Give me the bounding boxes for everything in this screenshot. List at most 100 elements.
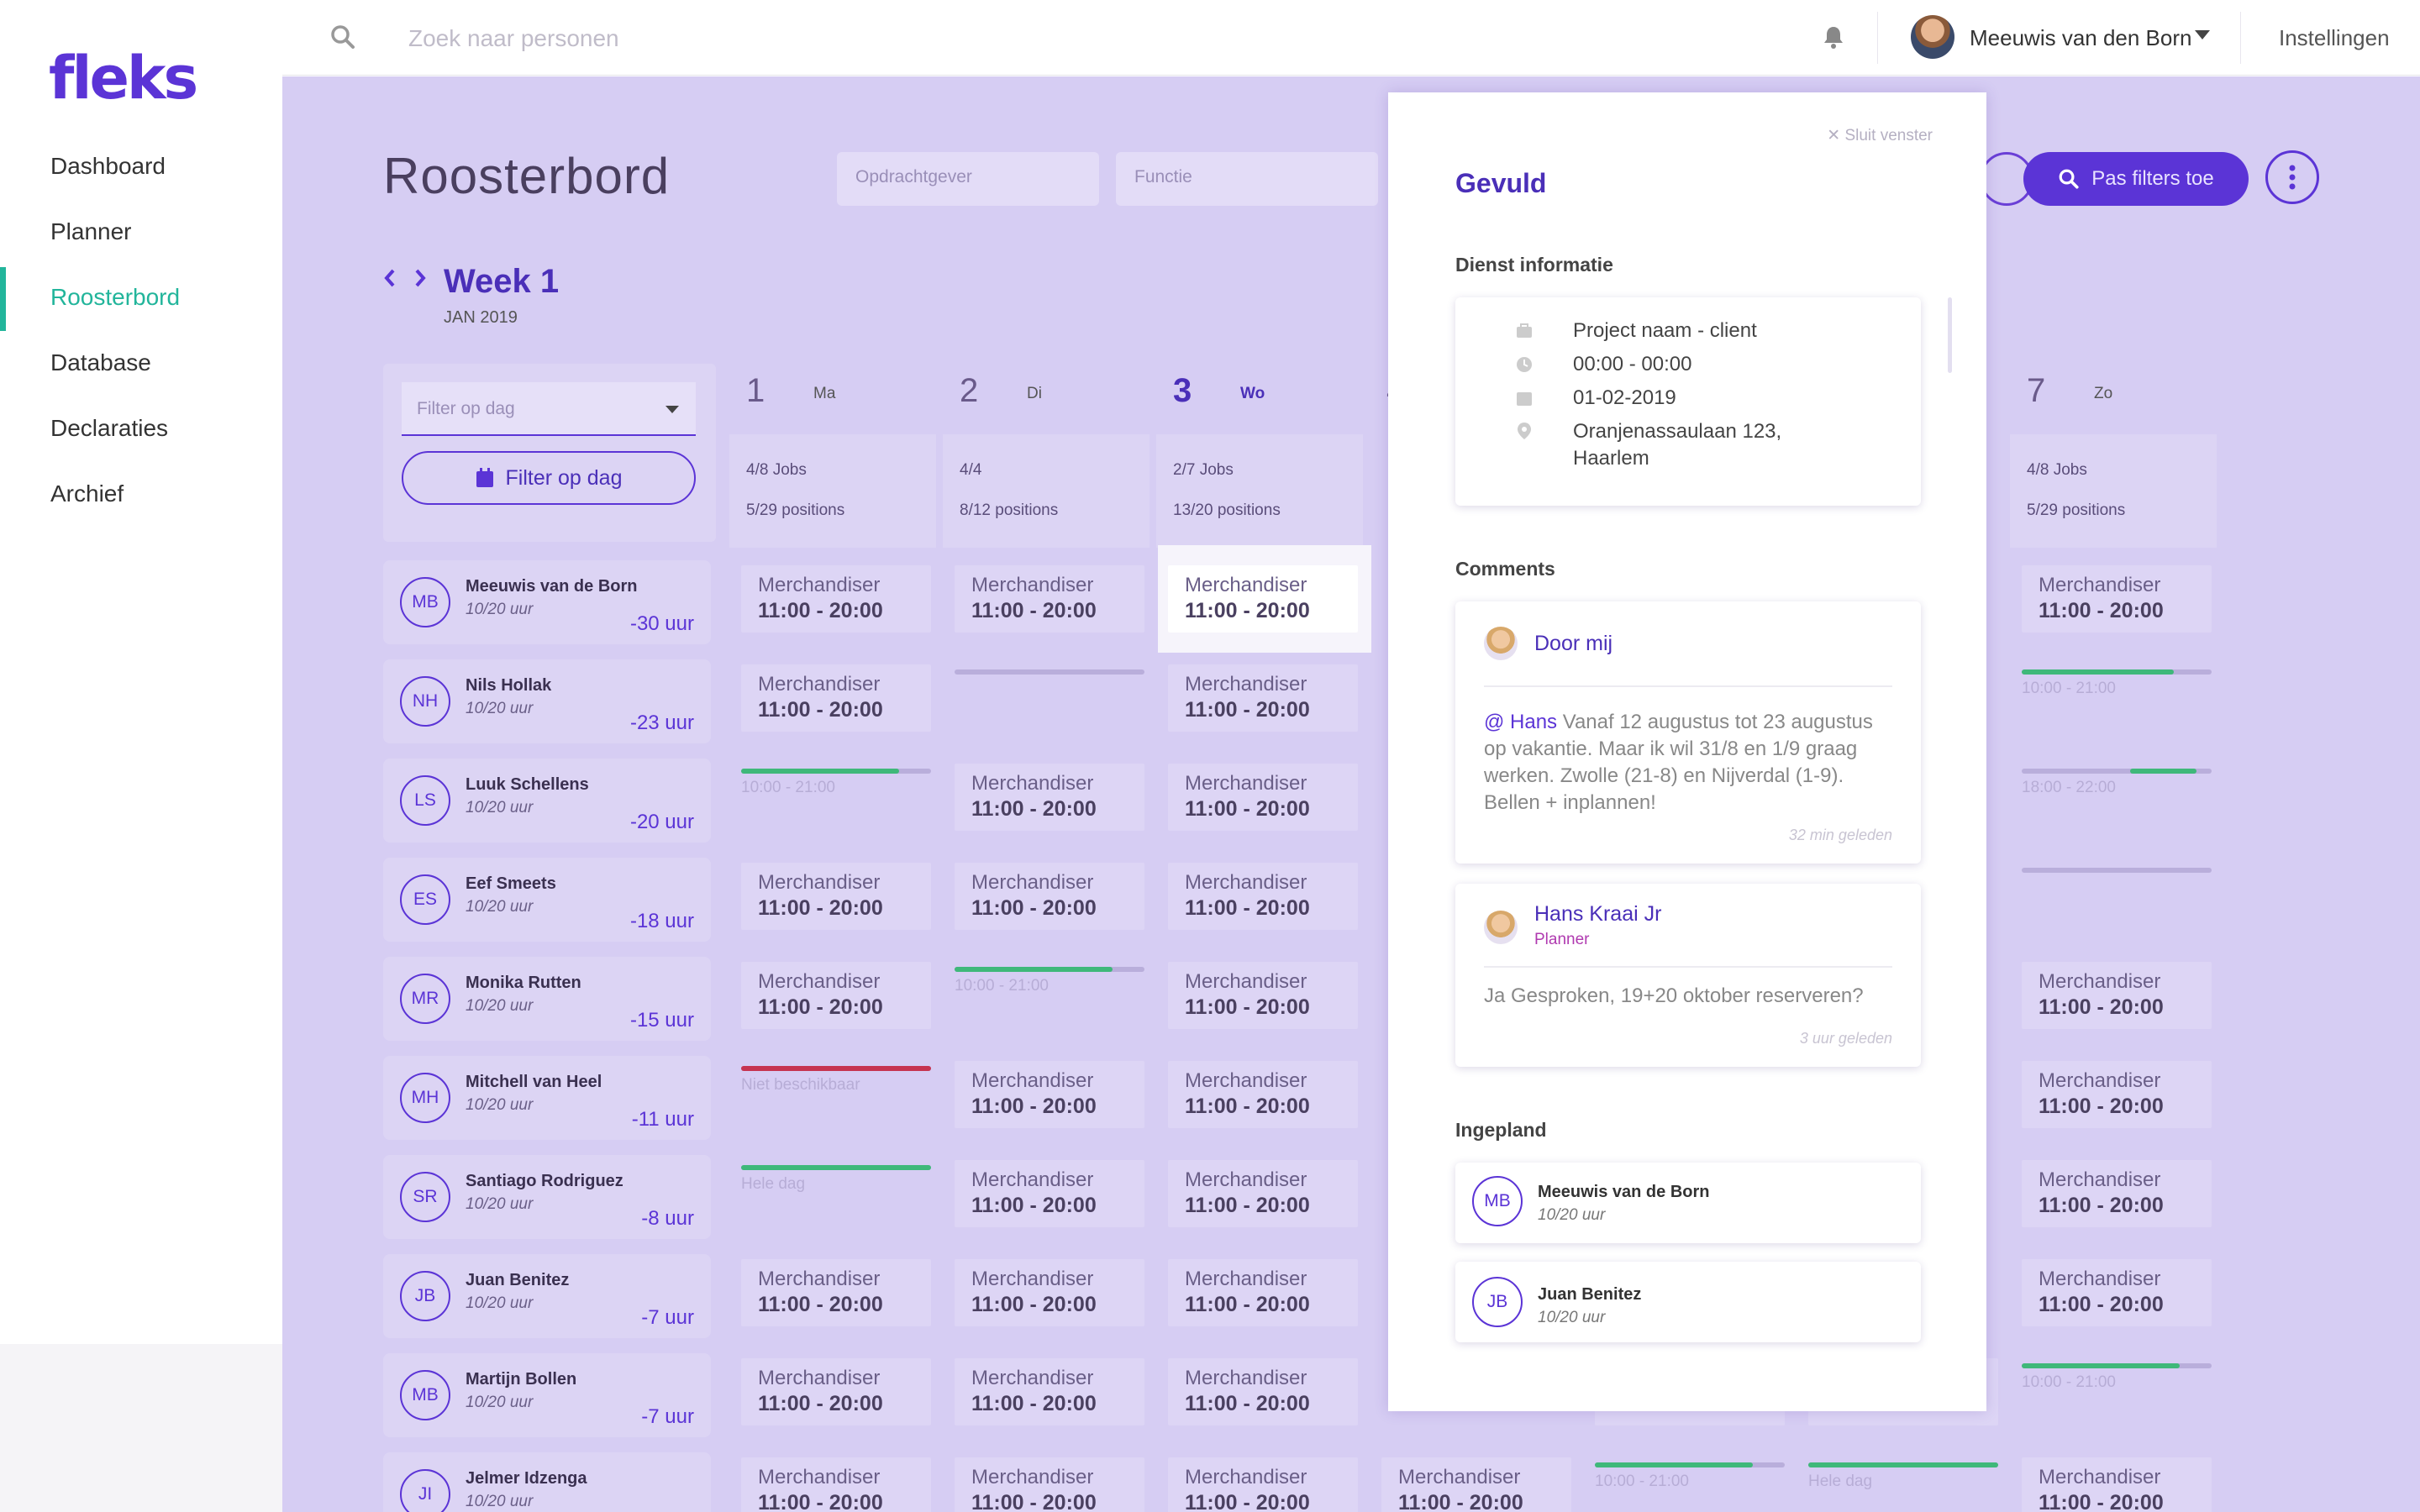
shift-cell[interactable]: Merchandiser11:00 - 20:00: [955, 1457, 1144, 1512]
shift-cell[interactable]: Merchandiser11:00 - 20:00: [2022, 1160, 2212, 1227]
shift-cell[interactable]: Merchandiser11:00 - 20:00: [1168, 962, 1358, 1029]
person-card[interactable]: JB Juan Benitez 10/20 uur -7 uur: [383, 1254, 711, 1338]
nav-item-planner[interactable]: Planner: [50, 218, 132, 245]
nav-item-archief[interactable]: Archief: [50, 480, 124, 507]
filter-opdrachtgever[interactable]: Opdrachtgever: [837, 152, 1099, 206]
availability-bar[interactable]: [955, 669, 1144, 675]
shift-cell[interactable]: Merchandiser11:00 - 20:00: [1168, 664, 1358, 732]
shift-cell[interactable]: Merchandiser11:00 - 20:00: [2022, 962, 2212, 1029]
shift-cell[interactable]: Merchandiser11:00 - 20:00: [1168, 1259, 1358, 1326]
shift-cell[interactable]: Merchandiser11:00 - 20:00: [741, 664, 931, 732]
planned-person-card[interactable]: MB Meeuwis van de Born 10/20 uur: [1455, 1163, 1921, 1243]
shift-role: Merchandiser: [1185, 574, 1307, 596]
fleks-logo[interactable]: fleks: [49, 44, 198, 113]
comment-author[interactable]: Door mij: [1534, 632, 1612, 656]
shift-time: 11:00 - 20:00: [971, 896, 1097, 920]
comment-body: Ja Gesproken, 19+20 oktober reserveren?: [1484, 984, 1864, 1007]
user-name[interactable]: Meeuwis van den Born: [1970, 25, 2191, 51]
shift-cell[interactable]: Merchandiser11:00 - 20:00: [741, 565, 931, 633]
shift-cell[interactable]: Merchandiser11:00 - 20:00: [955, 1259, 1144, 1326]
chevron-down-icon[interactable]: [666, 406, 679, 413]
search-input[interactable]: [408, 22, 1081, 55]
person-card[interactable]: SR Santiago Rodriguez 10/20 uur -8 uur: [383, 1155, 711, 1239]
search-icon[interactable]: [329, 24, 356, 50]
person-hours: 10/20 uur: [466, 601, 534, 618]
shift-time: 11:00 - 20:00: [971, 1095, 1097, 1118]
info-project: Project naam - client: [1573, 319, 1757, 342]
shift-cell[interactable]: Merchandiser11:00 - 20:00: [1168, 565, 1358, 633]
shift-cell[interactable]: Merchandiser11:00 - 20:00: [741, 962, 931, 1029]
shift-cell[interactable]: Merchandiser11:00 - 20:00: [1168, 1061, 1358, 1128]
shift-time: 11:00 - 20:00: [971, 1392, 1097, 1415]
nav-item-roosterbord[interactable]: Roosterbord: [50, 284, 180, 311]
shift-cell[interactable]: Merchandiser11:00 - 20:00: [1168, 1160, 1358, 1227]
person-card[interactable]: MB Martijn Bollen 10/20 uur -7 uur: [383, 1353, 711, 1437]
shift-cell[interactable]: Merchandiser11:00 - 20:00: [1168, 863, 1358, 930]
chevron-down-icon[interactable]: [2195, 30, 2210, 39]
day-summary[interactable]: 2/7 Jobs 13/20 positions: [1156, 434, 1363, 548]
shift-time: 11:00 - 20:00: [971, 1194, 1097, 1217]
person-card[interactable]: MH Mitchell van Heel 10/20 uur -11 uur: [383, 1056, 711, 1140]
panel-scrollbar[interactable]: [1948, 297, 1952, 373]
comment-avatar: [1484, 911, 1518, 944]
shift-cell[interactable]: Merchandiser11:00 - 20:00: [2022, 1259, 2212, 1326]
shift-cell[interactable]: Merchandiser11:00 - 20:00: [741, 1259, 931, 1326]
person-card[interactable]: NH Nils Hollak 10/20 uur -23 uur: [383, 659, 711, 743]
availability-bar[interactable]: [741, 1066, 931, 1071]
person-avatar: MB: [400, 1370, 450, 1420]
shift-cell[interactable]: Merchandiser11:00 - 20:00: [1381, 1457, 1571, 1512]
filter-functie[interactable]: Functie: [1116, 152, 1378, 206]
filter-day-select[interactable]: Filter op dag: [402, 382, 696, 436]
availability-bar[interactable]: [955, 967, 1144, 972]
shift-cell[interactable]: Merchandiser11:00 - 20:00: [955, 1358, 1144, 1425]
availability-bar[interactable]: [2022, 769, 2212, 774]
availability-bar[interactable]: [2022, 868, 2212, 873]
shift-cell[interactable]: Merchandiser11:00 - 20:00: [741, 1457, 931, 1512]
shift-cell[interactable]: Merchandiser11:00 - 20:00: [1168, 1358, 1358, 1425]
shift-cell[interactable]: Merchandiser11:00 - 20:00: [955, 863, 1144, 930]
person-card[interactable]: LS Luuk Schellens 10/20 uur -20 uur: [383, 759, 711, 843]
day-summary[interactable]: 4/8 Jobs 5/29 positions: [729, 434, 936, 548]
user-avatar[interactable]: [1911, 15, 1954, 59]
shift-cell[interactable]: Merchandiser11:00 - 20:00: [1168, 1457, 1358, 1512]
shift-cell[interactable]: Merchandiser11:00 - 20:00: [741, 1358, 931, 1425]
more-options-button[interactable]: [2265, 150, 2319, 204]
shift-time: 11:00 - 20:00: [1185, 1194, 1310, 1217]
close-panel-button[interactable]: ✕ Sluit venster: [1827, 126, 1933, 145]
shift-cell[interactable]: Merchandiser11:00 - 20:00: [955, 764, 1144, 831]
availability-bar[interactable]: [1595, 1462, 1785, 1467]
shift-cell[interactable]: Merchandiser11:00 - 20:00: [2022, 1061, 2212, 1128]
availability-bar[interactable]: [2022, 1363, 2212, 1368]
shift-role: Merchandiser: [971, 1069, 1094, 1092]
week-prev-next-icons[interactable]: [383, 265, 430, 291]
nav-item-declaraties[interactable]: Declaraties: [50, 415, 168, 442]
person-card[interactable]: ES Eef Smeets 10/20 uur -18 uur: [383, 858, 711, 942]
shift-cell[interactable]: Merchandiser11:00 - 20:00: [1168, 764, 1358, 831]
shift-cell[interactable]: Merchandiser 11:00 - 20:00: [955, 1061, 1144, 1128]
availability-bar[interactable]: [1808, 1462, 1998, 1467]
availability-bar[interactable]: [2022, 669, 2212, 675]
bell-icon[interactable]: [1820, 24, 1847, 50]
person-card[interactable]: JI Jelmer Idzenga 10/20 uur: [383, 1452, 711, 1512]
day-summary[interactable]: 4/8 Jobs 5/29 positions: [2010, 434, 2217, 548]
person-card[interactable]: MB Meeuwis van de Born 10/20 uur -30 uur: [383, 560, 711, 644]
day-summary[interactable]: 4/4 8/12 positions: [943, 434, 1150, 548]
availability-bar[interactable]: [741, 769, 931, 774]
planned-person-card[interactable]: JB Juan Benitez 10/20 uur: [1455, 1262, 1921, 1342]
person-card[interactable]: MR Monika Rutten 10/20 uur -15 uur: [383, 957, 711, 1041]
comment-mention[interactable]: @ Hans: [1484, 711, 1557, 733]
availability-bar[interactable]: [741, 1165, 931, 1170]
shift-cell[interactable]: Merchandiser11:00 - 20:00: [955, 1160, 1144, 1227]
shift-role: Merchandiser: [1185, 1268, 1307, 1290]
nav-item-database[interactable]: Database: [50, 349, 151, 376]
shift-cell[interactable]: Merchandiser11:00 - 20:00: [2022, 1457, 2212, 1512]
nav-item-dashboard[interactable]: Dashboard: [50, 153, 166, 180]
filter-day-button[interactable]: Filter op dag: [402, 451, 696, 505]
shift-cell[interactable]: Merchandiser11:00 - 20:00: [2022, 565, 2212, 633]
filter-day-button-label: Filter op dag: [505, 465, 623, 490]
shift-cell[interactable]: Merchandiser11:00 - 20:00: [741, 863, 931, 930]
shift-cell[interactable]: Merchandiser11:00 - 20:00: [955, 565, 1144, 633]
comment-author[interactable]: Hans Kraai Jr: [1534, 902, 1661, 927]
settings-link[interactable]: Instellingen: [2279, 25, 2390, 51]
apply-filters-button[interactable]: Pas filters toe: [2023, 152, 2249, 206]
